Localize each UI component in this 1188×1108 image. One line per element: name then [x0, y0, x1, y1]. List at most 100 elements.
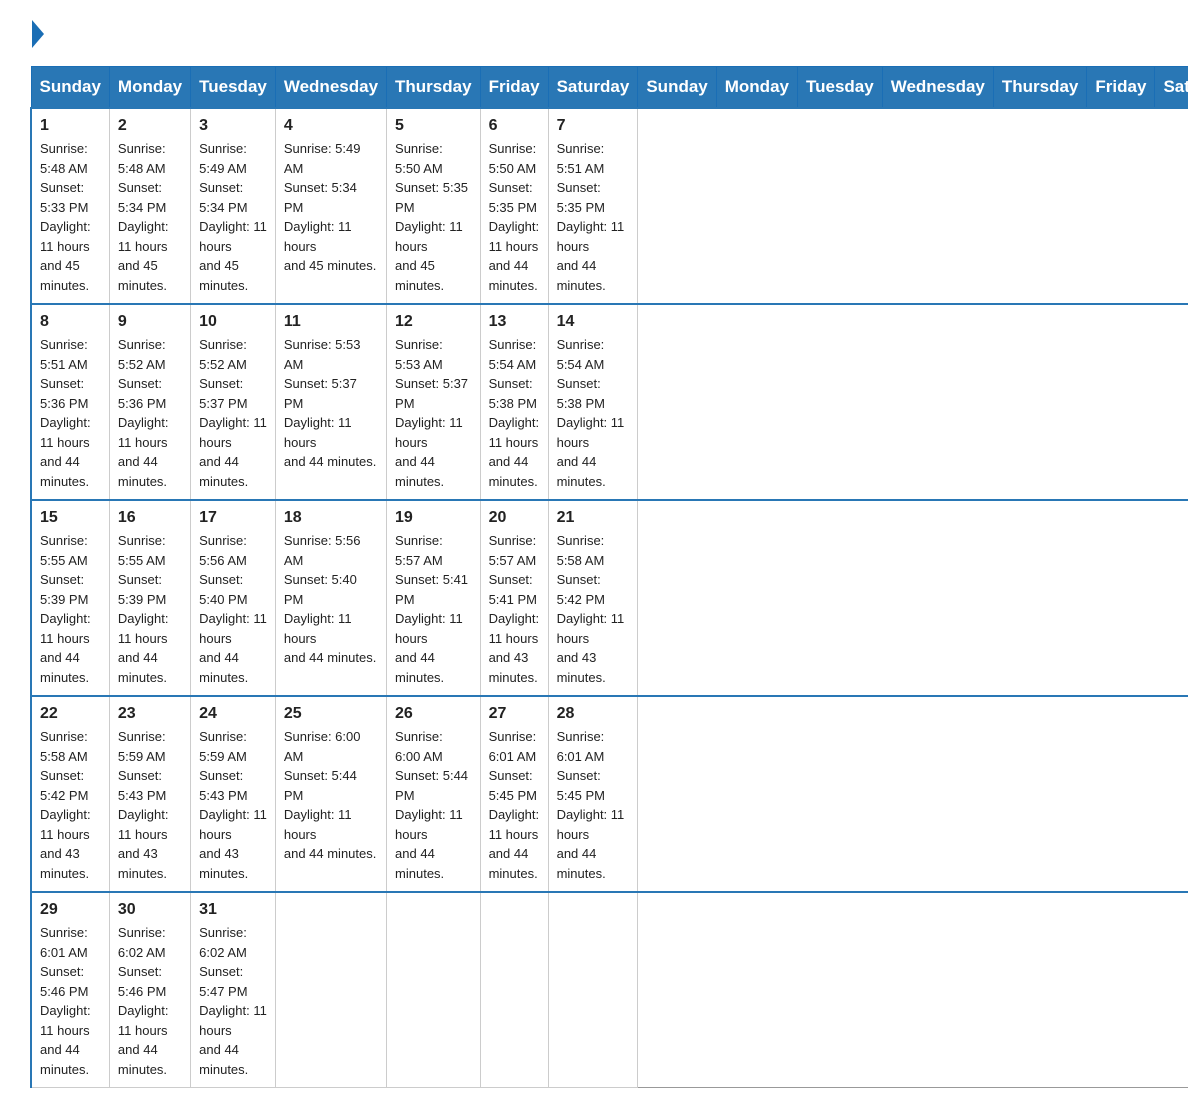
day-info: Sunrise: 6:01 AM Sunset: 5:45 PM Dayligh… — [489, 727, 540, 883]
day-number: 28 — [557, 705, 630, 723]
calendar-cell: 13 Sunrise: 5:54 AM Sunset: 5:38 PM Dayl… — [480, 304, 548, 500]
day-info: Sunrise: 5:57 AM Sunset: 5:41 PM Dayligh… — [489, 531, 540, 687]
col-header-wednesday: Wednesday — [882, 67, 993, 109]
day-info: Sunrise: 5:56 AM Sunset: 5:40 PM Dayligh… — [199, 531, 267, 687]
calendar-cell: 31 Sunrise: 6:02 AM Sunset: 5:47 PM Dayl… — [191, 892, 276, 1088]
day-number: 4 — [284, 117, 378, 135]
day-info: Sunrise: 6:02 AM Sunset: 5:47 PM Dayligh… — [199, 923, 267, 1079]
day-number: 7 — [557, 117, 630, 135]
calendar-cell: 5 Sunrise: 5:50 AM Sunset: 5:35 PM Dayli… — [387, 108, 481, 304]
col-header-sunday: Sunday — [638, 67, 716, 109]
day-number: 2 — [118, 117, 182, 135]
page-header — [30, 20, 1158, 46]
day-number: 16 — [118, 509, 182, 527]
day-info: Sunrise: 5:54 AM Sunset: 5:38 PM Dayligh… — [489, 335, 540, 491]
day-number: 13 — [489, 313, 540, 331]
day-info: Sunrise: 6:00 AM Sunset: 5:44 PM Dayligh… — [395, 727, 472, 883]
day-info: Sunrise: 5:49 AM Sunset: 5:34 PM Dayligh… — [199, 139, 267, 295]
calendar-cell: 15 Sunrise: 5:55 AM Sunset: 5:39 PM Dayl… — [31, 500, 109, 696]
calendar-cell: 22 Sunrise: 5:58 AM Sunset: 5:42 PM Dayl… — [31, 696, 109, 892]
calendar-cell: 10 Sunrise: 5:52 AM Sunset: 5:37 PM Dayl… — [191, 304, 276, 500]
day-info: Sunrise: 5:59 AM Sunset: 5:43 PM Dayligh… — [118, 727, 182, 883]
day-number: 5 — [395, 117, 472, 135]
day-number: 25 — [284, 705, 378, 723]
header-tuesday: Tuesday — [191, 67, 276, 109]
calendar-cell: 21 Sunrise: 5:58 AM Sunset: 5:42 PM Dayl… — [548, 500, 638, 696]
day-info: Sunrise: 5:55 AM Sunset: 5:39 PM Dayligh… — [40, 531, 101, 687]
day-number: 23 — [118, 705, 182, 723]
day-info: Sunrise: 5:58 AM Sunset: 5:42 PM Dayligh… — [40, 727, 101, 883]
day-number: 1 — [40, 117, 101, 135]
day-info: Sunrise: 5:53 AM Sunset: 5:37 PM Dayligh… — [284, 335, 378, 472]
day-info: Sunrise: 6:00 AM Sunset: 5:44 PM Dayligh… — [284, 727, 378, 864]
calendar-cell: 3 Sunrise: 5:49 AM Sunset: 5:34 PM Dayli… — [191, 108, 276, 304]
day-number: 21 — [557, 509, 630, 527]
calendar-cell: 6 Sunrise: 5:50 AM Sunset: 5:35 PM Dayli… — [480, 108, 548, 304]
calendar-cell: 1 Sunrise: 5:48 AM Sunset: 5:33 PM Dayli… — [31, 108, 109, 304]
day-info: Sunrise: 5:55 AM Sunset: 5:39 PM Dayligh… — [118, 531, 182, 687]
calendar-cell: 16 Sunrise: 5:55 AM Sunset: 5:39 PM Dayl… — [109, 500, 190, 696]
header-thursday: Thursday — [387, 67, 481, 109]
day-number: 19 — [395, 509, 472, 527]
day-info: Sunrise: 5:57 AM Sunset: 5:41 PM Dayligh… — [395, 531, 472, 687]
day-info: Sunrise: 5:51 AM Sunset: 5:35 PM Dayligh… — [557, 139, 630, 295]
day-number: 20 — [489, 509, 540, 527]
calendar-week-row: 1 Sunrise: 5:48 AM Sunset: 5:33 PM Dayli… — [31, 108, 1188, 304]
day-info: Sunrise: 5:54 AM Sunset: 5:38 PM Dayligh… — [557, 335, 630, 491]
day-number: 6 — [489, 117, 540, 135]
col-header-thursday: Thursday — [993, 67, 1087, 109]
calendar-header-row: SundayMondayTuesdayWednesdayThursdayFrid… — [31, 67, 1188, 109]
day-info: Sunrise: 6:01 AM Sunset: 5:45 PM Dayligh… — [557, 727, 630, 883]
day-number: 12 — [395, 313, 472, 331]
calendar-cell: 23 Sunrise: 5:59 AM Sunset: 5:43 PM Dayl… — [109, 696, 190, 892]
calendar-week-row: 15 Sunrise: 5:55 AM Sunset: 5:39 PM Dayl… — [31, 500, 1188, 696]
calendar-cell: 8 Sunrise: 5:51 AM Sunset: 5:36 PM Dayli… — [31, 304, 109, 500]
day-number: 31 — [199, 901, 267, 919]
calendar-cell: 24 Sunrise: 5:59 AM Sunset: 5:43 PM Dayl… — [191, 696, 276, 892]
calendar-week-row: 29 Sunrise: 6:01 AM Sunset: 5:46 PM Dayl… — [31, 892, 1188, 1088]
header-wednesday: Wednesday — [275, 67, 386, 109]
calendar-cell: 30 Sunrise: 6:02 AM Sunset: 5:46 PM Dayl… — [109, 892, 190, 1088]
col-header-tuesday: Tuesday — [797, 67, 882, 109]
day-number: 17 — [199, 509, 267, 527]
calendar-cell: 11 Sunrise: 5:53 AM Sunset: 5:37 PM Dayl… — [275, 304, 386, 500]
calendar-week-row: 22 Sunrise: 5:58 AM Sunset: 5:42 PM Dayl… — [31, 696, 1188, 892]
calendar-table: SundayMondayTuesdayWednesdayThursdayFrid… — [30, 66, 1188, 1088]
col-header-monday: Monday — [716, 67, 797, 109]
calendar-cell: 26 Sunrise: 6:00 AM Sunset: 5:44 PM Dayl… — [387, 696, 481, 892]
calendar-cell: 28 Sunrise: 6:01 AM Sunset: 5:45 PM Dayl… — [548, 696, 638, 892]
calendar-cell — [275, 892, 386, 1088]
day-info: Sunrise: 5:53 AM Sunset: 5:37 PM Dayligh… — [395, 335, 472, 491]
day-number: 18 — [284, 509, 378, 527]
col-header-friday: Friday — [1087, 67, 1155, 109]
day-info: Sunrise: 6:02 AM Sunset: 5:46 PM Dayligh… — [118, 923, 182, 1079]
day-number: 10 — [199, 313, 267, 331]
day-info: Sunrise: 5:48 AM Sunset: 5:33 PM Dayligh… — [40, 139, 101, 295]
logo — [30, 20, 44, 46]
day-number: 26 — [395, 705, 472, 723]
calendar-cell: 14 Sunrise: 5:54 AM Sunset: 5:38 PM Dayl… — [548, 304, 638, 500]
day-info: Sunrise: 5:58 AM Sunset: 5:42 PM Dayligh… — [557, 531, 630, 687]
day-number: 8 — [40, 313, 101, 331]
header-sunday: Sunday — [31, 67, 109, 109]
day-info: Sunrise: 5:50 AM Sunset: 5:35 PM Dayligh… — [489, 139, 540, 295]
header-friday: Friday — [480, 67, 548, 109]
calendar-cell: 27 Sunrise: 6:01 AM Sunset: 5:45 PM Dayl… — [480, 696, 548, 892]
day-number: 24 — [199, 705, 267, 723]
calendar-cell: 7 Sunrise: 5:51 AM Sunset: 5:35 PM Dayli… — [548, 108, 638, 304]
day-number: 29 — [40, 901, 101, 919]
day-info: Sunrise: 5:49 AM Sunset: 5:34 PM Dayligh… — [284, 139, 378, 276]
col-header-saturday: Saturday — [1155, 67, 1188, 109]
day-number: 22 — [40, 705, 101, 723]
calendar-cell: 2 Sunrise: 5:48 AM Sunset: 5:34 PM Dayli… — [109, 108, 190, 304]
calendar-cell: 9 Sunrise: 5:52 AM Sunset: 5:36 PM Dayli… — [109, 304, 190, 500]
day-number: 3 — [199, 117, 267, 135]
day-number: 27 — [489, 705, 540, 723]
calendar-cell: 29 Sunrise: 6:01 AM Sunset: 5:46 PM Dayl… — [31, 892, 109, 1088]
day-number: 14 — [557, 313, 630, 331]
day-number: 11 — [284, 313, 378, 331]
day-info: Sunrise: 5:59 AM Sunset: 5:43 PM Dayligh… — [199, 727, 267, 883]
day-info: Sunrise: 5:48 AM Sunset: 5:34 PM Dayligh… — [118, 139, 182, 295]
calendar-cell: 25 Sunrise: 6:00 AM Sunset: 5:44 PM Dayl… — [275, 696, 386, 892]
calendar-cell: 19 Sunrise: 5:57 AM Sunset: 5:41 PM Dayl… — [387, 500, 481, 696]
